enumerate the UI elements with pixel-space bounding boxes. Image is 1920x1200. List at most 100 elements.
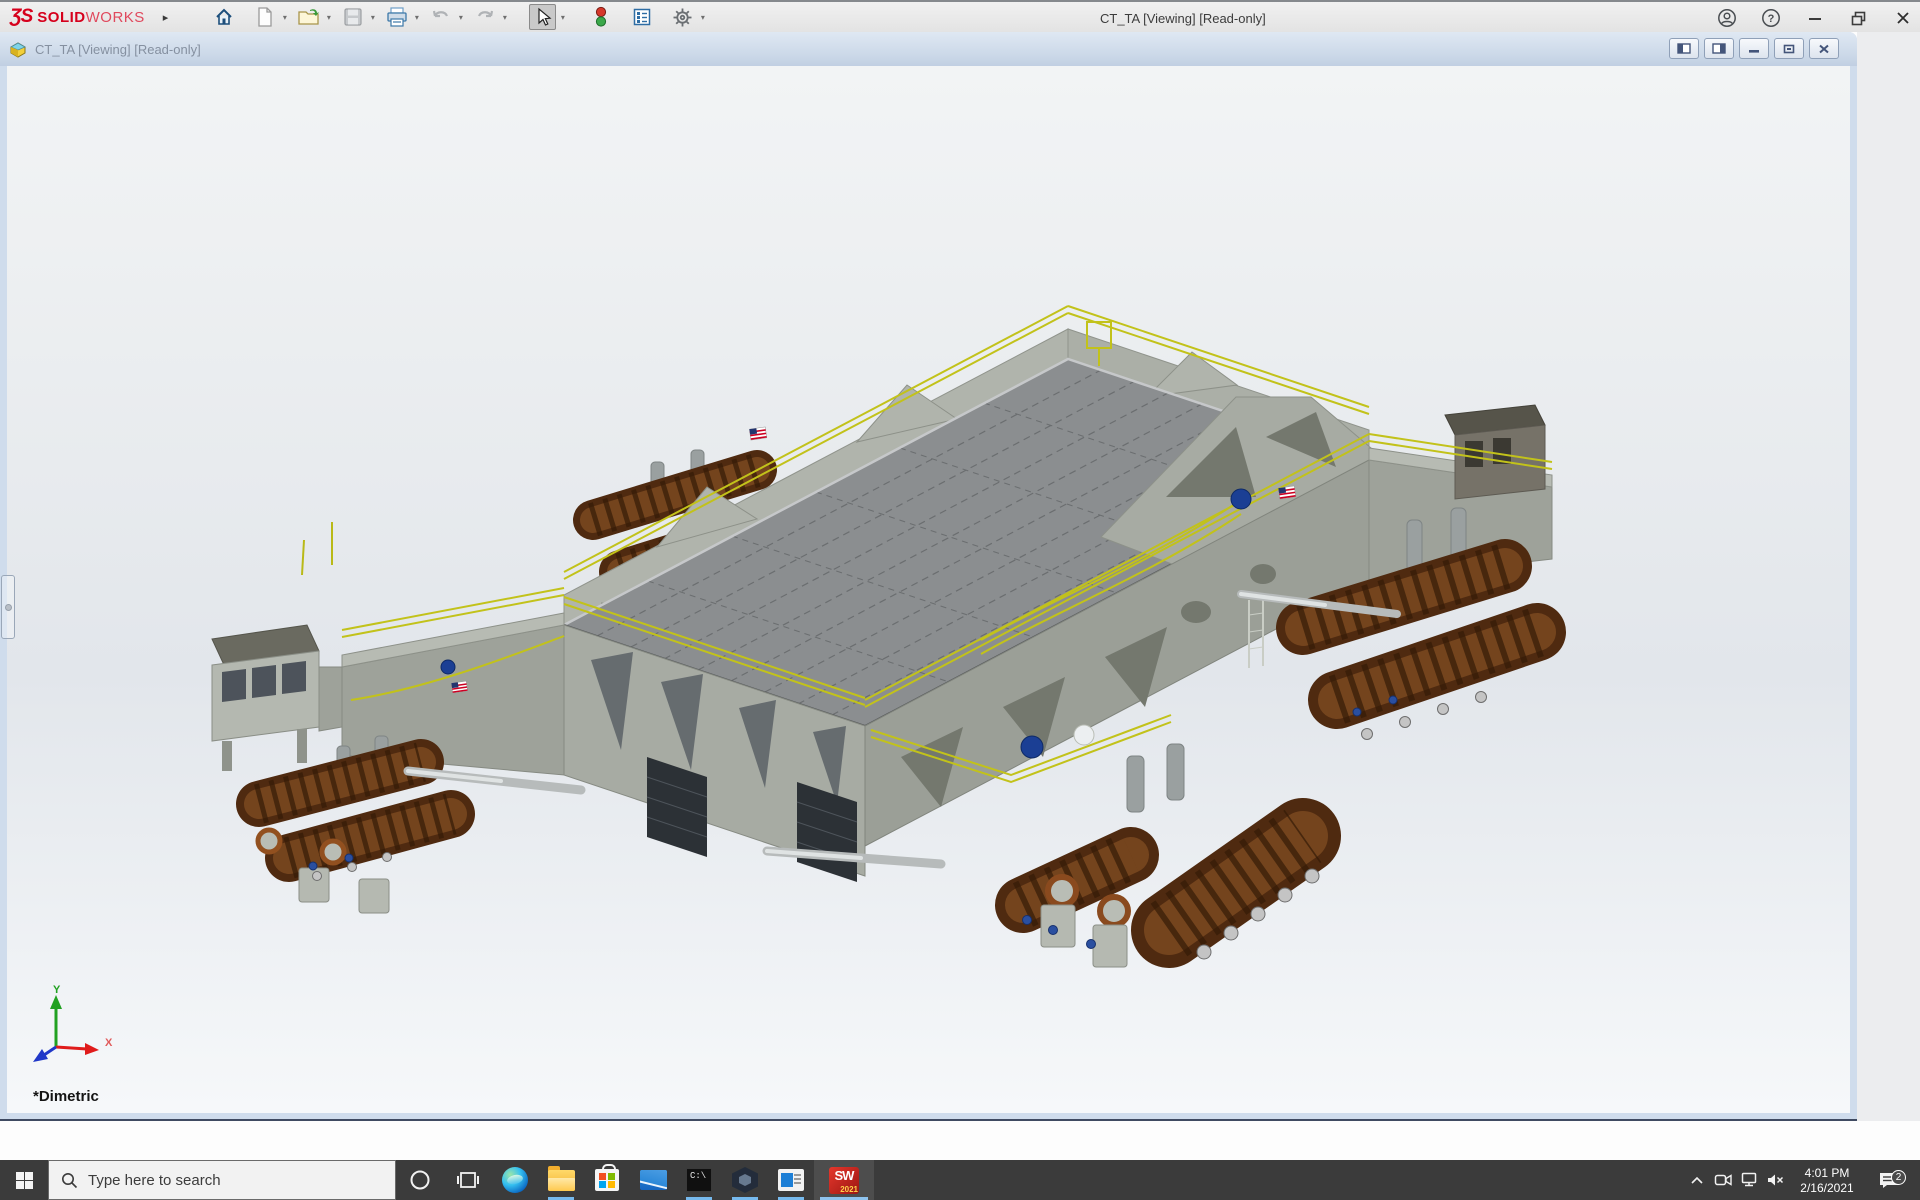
svg-text:?: ? xyxy=(1768,13,1775,25)
save-button[interactable] xyxy=(339,4,366,30)
print-dropdown[interactable]: ▾ xyxy=(410,4,423,30)
document-titlebar[interactable]: CT_TA [Viewing] [Read-only] xyxy=(0,32,1857,66)
solidworks-titlebar: ƷS SOLID WORKS ▸ ▾ xyxy=(0,0,1920,32)
nasa-roundel-decal xyxy=(1231,489,1251,509)
volume-muted-icon xyxy=(1766,1172,1785,1188)
options-dropdown[interactable]: ▾ xyxy=(696,4,709,30)
nasa-roundel-decal xyxy=(441,660,455,674)
left-arm[interactable] xyxy=(319,613,564,775)
minimize-icon xyxy=(1807,10,1823,26)
new-document-button[interactable] xyxy=(251,4,278,30)
print-button[interactable] xyxy=(383,4,410,30)
clock-date: 2/16/2021 xyxy=(1788,1181,1866,1196)
print-icon xyxy=(386,7,408,27)
task-pane-button[interactable] xyxy=(628,4,655,30)
select-tool-button[interactable] xyxy=(529,4,556,30)
document-minimize-icon xyxy=(1748,44,1760,54)
menu-flyout-arrow[interactable]: ▸ xyxy=(163,11,169,24)
document-restore-button[interactable] xyxy=(1774,38,1804,59)
taskbar-clock[interactable]: 4:01 PM 2/16/2021 xyxy=(1788,1165,1866,1196)
help-button[interactable]: ? xyxy=(1760,7,1782,29)
tray-overflow-button[interactable] xyxy=(1684,1160,1710,1200)
notification-badge: 2 xyxy=(1891,1170,1906,1185)
taskbar-app-file-explorer[interactable] xyxy=(538,1160,584,1200)
rear-cab[interactable] xyxy=(1445,405,1545,499)
network-ethernet-icon xyxy=(1740,1172,1759,1188)
settings-gear-icon xyxy=(672,7,693,28)
taskbar-app-edge[interactable] xyxy=(492,1160,538,1200)
clock-time: 4:01 PM xyxy=(1788,1166,1866,1181)
network-button[interactable] xyxy=(1736,1160,1762,1200)
split-pane-left-button[interactable] xyxy=(1669,38,1699,59)
taskbar-app-hexagon[interactable] xyxy=(722,1160,768,1200)
split-pane-right-button[interactable] xyxy=(1704,38,1734,59)
solidworks-logo: ƷS SOLID WORKS xyxy=(10,6,145,28)
select-tool-dropdown[interactable]: ▾ xyxy=(556,4,569,30)
taskbar-app-blue-window[interactable] xyxy=(768,1160,814,1200)
meet-now-camera-icon xyxy=(1714,1172,1733,1188)
taskbar-app-command-prompt[interactable]: C:\ xyxy=(676,1160,722,1200)
taskbar-app-solidworks[interactable]: SW 2021 xyxy=(814,1160,874,1200)
undo-dropdown[interactable]: ▾ xyxy=(454,4,467,30)
cortana-icon xyxy=(409,1169,431,1191)
taskbar-app-mail[interactable] xyxy=(630,1160,676,1200)
hexagon-app-icon xyxy=(732,1167,758,1193)
home-icon xyxy=(214,7,234,27)
close-button[interactable] xyxy=(1892,7,1914,29)
save-dropdown[interactable]: ▾ xyxy=(366,4,379,30)
solidworks-logo-mark: ƷS xyxy=(10,6,32,28)
us-flag-decal xyxy=(749,427,766,440)
options-button[interactable] xyxy=(669,4,696,30)
taskbar-app-store[interactable] xyxy=(584,1160,630,1200)
redo-icon xyxy=(475,8,495,26)
white-roundel-decal xyxy=(1074,725,1094,745)
cortana-button[interactable] xyxy=(396,1160,444,1200)
traffic-light-icon xyxy=(594,6,608,28)
task-view-button[interactable] xyxy=(444,1160,492,1200)
graphics-viewport[interactable]: Y X *Dimetric xyxy=(7,66,1850,1113)
nasa-roundel-decal xyxy=(1021,736,1043,758)
chevron-up-icon xyxy=(1690,1176,1704,1185)
redo-button[interactable] xyxy=(471,4,498,30)
taskbar-search[interactable] xyxy=(48,1160,396,1200)
search-icon xyxy=(61,1172,78,1189)
document-window: CT_TA [Viewing] [Read-only] xyxy=(0,32,1857,1121)
system-tray: 4:01 PM 2/16/2021 2 xyxy=(1684,1160,1920,1200)
task-view-icon xyxy=(457,1169,479,1191)
window-controls: ? xyxy=(1716,2,1914,34)
home-button[interactable] xyxy=(210,4,237,30)
open-dropdown[interactable]: ▾ xyxy=(322,4,335,30)
undo-button[interactable] xyxy=(427,4,454,30)
split-pane-left-icon xyxy=(1677,43,1691,54)
us-flag-decal xyxy=(1278,486,1295,499)
new-document-dropdown[interactable]: ▾ xyxy=(278,4,291,30)
start-button[interactable] xyxy=(0,1160,48,1200)
operator-cab[interactable] xyxy=(212,522,332,771)
document-close-button[interactable] xyxy=(1809,38,1839,59)
quick-access-toolbar: ▾ ▾ ▾ xyxy=(196,2,713,32)
front-right-track-truck[interactable] xyxy=(1023,744,1320,967)
meet-now-button[interactable] xyxy=(1710,1160,1736,1200)
document-minimize-button[interactable] xyxy=(1739,38,1769,59)
front-left-track-truck[interactable] xyxy=(258,736,451,913)
edge-icon xyxy=(502,1167,528,1193)
action-center-button[interactable]: 2 xyxy=(1866,1170,1912,1190)
open-folder-icon xyxy=(298,7,320,27)
account-button[interactable] xyxy=(1716,7,1738,29)
open-button[interactable] xyxy=(295,4,322,30)
minimize-button[interactable] xyxy=(1804,7,1826,29)
feature-tree-collapse-handle[interactable] xyxy=(1,575,15,639)
crawler-transporter-model[interactable] xyxy=(7,66,1850,1113)
account-icon xyxy=(1717,8,1737,28)
volume-button[interactable] xyxy=(1762,1160,1788,1200)
restore-icon xyxy=(1850,10,1868,26)
windows-taskbar: C:\ SW 2021 xyxy=(0,1160,1920,1200)
select-cursor-icon xyxy=(534,7,552,27)
new-document-icon xyxy=(256,7,274,27)
restore-button[interactable] xyxy=(1848,7,1870,29)
redo-dropdown[interactable]: ▾ xyxy=(498,4,511,30)
task-pane-list-icon xyxy=(632,7,652,27)
search-input[interactable] xyxy=(88,1172,348,1189)
microsoft-store-icon xyxy=(595,1169,619,1191)
rebuild-button[interactable] xyxy=(587,4,614,30)
